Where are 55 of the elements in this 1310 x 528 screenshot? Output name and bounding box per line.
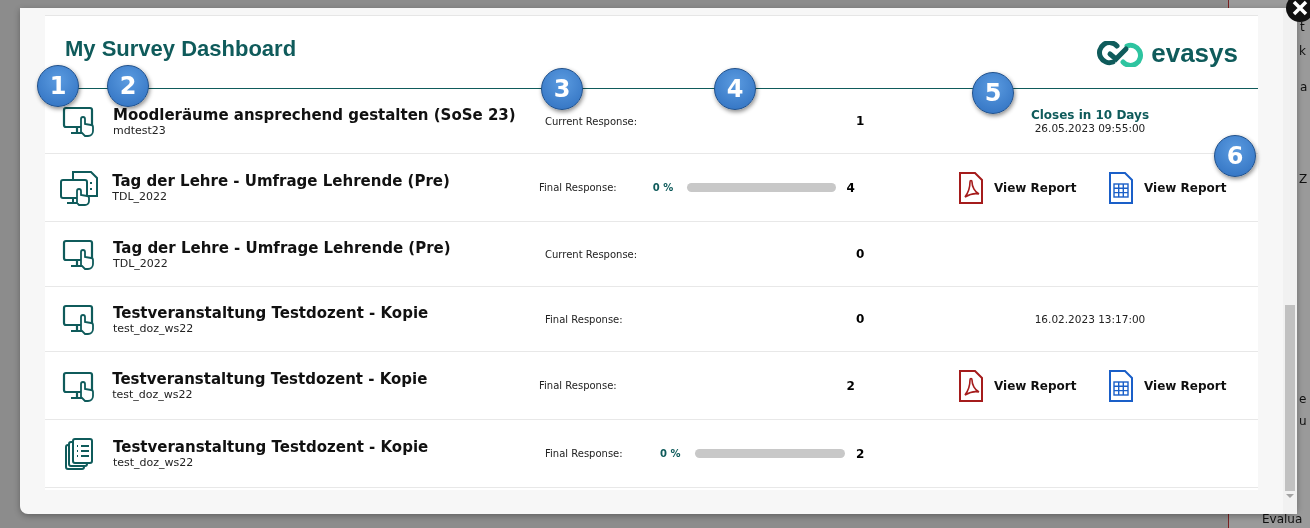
closing-date: 26.05.2023 09:55:00 [1034, 122, 1146, 134]
report-link[interactable]: View Report [958, 368, 1108, 403]
response-label: Final Response: [539, 380, 617, 391]
survey-title: Tag der Lehre - Umfrage Lehrende (Pre) [112, 172, 450, 190]
response-count: 0 [856, 312, 865, 326]
response-label: Current Response: [545, 115, 638, 127]
pdf-icon [958, 170, 984, 205]
report-link[interactable]: View Report [1108, 368, 1258, 403]
response-percent: 0 % [652, 182, 674, 193]
closing-status: Closes in 10 Days [1030, 108, 1150, 122]
survey-title: Testveranstaltung Testdozent - Kopie [113, 438, 429, 456]
response-label: Current Response: [545, 248, 638, 260]
logo-icon [1097, 40, 1144, 67]
background-text: t [1300, 20, 1305, 34]
survey-title: Moodleräume ansprechend gestalten (SoSe 23) [113, 105, 516, 124]
survey-code: TDL_2022 [112, 190, 167, 203]
closing-date: 16.02.2023 13:17:00 [1034, 313, 1146, 325]
spreadsheet-icon [1108, 368, 1134, 403]
survey-code: mdtest23 [113, 123, 166, 137]
monitor-hand-icon [61, 105, 97, 137]
response-label: Final Response: [545, 313, 623, 325]
survey-code: test_doz_ws22 [113, 321, 194, 335]
background-text: Z [1299, 172, 1308, 186]
survey-code: test_doz_ws22 [112, 388, 193, 401]
report-link[interactable]: View Report [958, 170, 1108, 205]
scrollbar[interactable] [1283, 8, 1297, 514]
close-icon[interactable] [1284, 0, 1310, 24]
response-count: 2 [856, 446, 865, 461]
background-text: Evalua [1262, 512, 1303, 526]
response-count: 4 [846, 180, 855, 195]
survey-code: test_doz_ws22 [113, 456, 194, 469]
response-count: 0 [856, 247, 865, 261]
numbered-callout: 1 [37, 65, 79, 107]
response-percent: 0 % [660, 448, 681, 459]
background-text: k [1299, 44, 1306, 58]
monitor-document-icon [58, 169, 99, 206]
document-stack-icon [64, 436, 94, 471]
pdf-icon [958, 368, 984, 403]
dialog-title: My Survey Dashboard [65, 36, 297, 62]
background-text: e [1299, 392, 1307, 406]
spreadsheet-icon [1108, 170, 1134, 205]
response-label: Final Response: [539, 182, 617, 193]
monitor-hand-icon [61, 238, 97, 270]
response-count: 1 [856, 114, 865, 128]
monitor-hand-icon [61, 303, 97, 335]
survey-title: Tag der Lehre - Umfrage Lehrende (Pre) [113, 238, 451, 257]
response-label: Final Response: [545, 448, 623, 459]
background-text: a [1300, 80, 1308, 94]
monitor-hand-icon [60, 369, 97, 402]
background-text: u [1299, 414, 1307, 428]
survey-title: Testveranstaltung Testdozent - Kopie [112, 370, 428, 388]
survey-code: TDL_2022 [113, 256, 168, 270]
response-count: 2 [846, 378, 855, 393]
logo-text: evasys [1151, 38, 1238, 69]
survey-title: Testveranstaltung Testdozent - Kopie [113, 303, 429, 322]
